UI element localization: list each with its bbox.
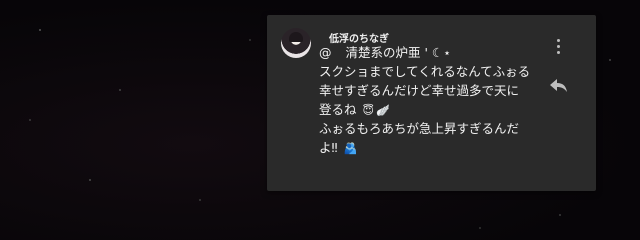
hug-emoji-icon: 🫂 (343, 142, 358, 155)
reply-icon[interactable] (549, 78, 569, 94)
message-text: よ‼ (319, 140, 338, 155)
wing-emoji-icon: 🪽 (375, 104, 390, 117)
message-line: 登るね 😇 🪽 (319, 100, 549, 119)
message-body: @ 清楚系の炉亜 ' ☾⋆ スクショまでしてくれるなんてふぉる 幸せすぎるんだけど… (319, 43, 549, 157)
more-vert-icon[interactable] (555, 39, 563, 55)
avatar[interactable] (281, 28, 311, 58)
message-line: 幸せすぎるんだけど幸せ過多で天に (319, 83, 520, 98)
message-card: 低浮のちなぎ @ 清楚系の炉亜 ' ☾⋆ スクショまでしてくれるなんてふぉる 幸せ… (267, 15, 596, 191)
mention-at: @ (319, 45, 332, 60)
background: 低浮のちなぎ @ 清楚系の炉亜 ' ☾⋆ スクショまでしてくれるなんてふぉる 幸せ… (0, 0, 640, 240)
message-line: よ‼ 🫂 (319, 138, 549, 157)
message-line: ふぉるもろあちが急上昇すぎるんだ (319, 121, 520, 136)
halo-emoji-icon: 😇 (362, 104, 374, 117)
mention-line: @ 清楚系の炉亜 ' ☾⋆ (319, 43, 549, 62)
mention-name[interactable]: 清楚系の炉亜 ' ☾⋆ (346, 45, 451, 60)
message-text: 登るね (319, 102, 357, 117)
message-line: スクショまでしてくれるなんてふぉる (319, 64, 531, 79)
